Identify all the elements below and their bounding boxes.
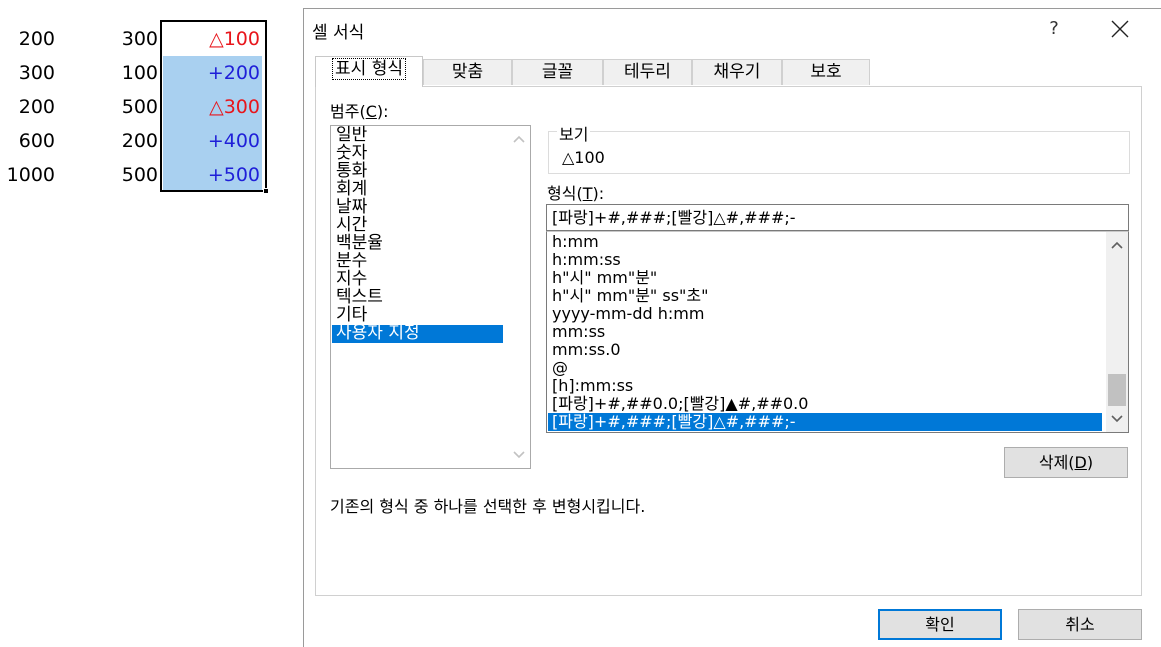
tab-alignment[interactable]: 맞춤 bbox=[423, 59, 512, 85]
ok-button[interactable]: 확인 bbox=[878, 609, 1002, 640]
preview-label: 보기 bbox=[557, 121, 591, 145]
dialog-title: 셀 서식 bbox=[312, 23, 365, 43]
delete-button[interactable]: 삭제(D) bbox=[1004, 447, 1128, 478]
fill-handle[interactable] bbox=[263, 188, 269, 194]
tab-border[interactable]: 테두리 bbox=[603, 59, 692, 85]
format-code-input[interactable]: [파랑]+#,###;[빨강]△#,###;- bbox=[546, 204, 1129, 231]
format-item-selected[interactable]: [파랑]+#,###;[빨강]△#,###;- bbox=[548, 413, 1102, 431]
cell-a2[interactable]: 300 bbox=[0, 56, 55, 90]
category-listbox[interactable]: 일반 숫자 통화 회계 날짜 시간 백분율 분수 지수 텍스트 기타 사용자 지… bbox=[330, 125, 531, 469]
tab-font[interactable]: 글꼴 bbox=[512, 59, 603, 85]
screen: 200 300 △100 300 100 +200 200 500 △300 6… bbox=[0, 0, 1161, 647]
cancel-button[interactable]: 취소 bbox=[1018, 609, 1142, 640]
format-item[interactable]: h:mm:ss bbox=[548, 251, 1102, 269]
format-item[interactable]: [파랑]+#,##0.0;[빨강]▲#,##0.0 bbox=[548, 395, 1102, 413]
help-button[interactable]: ? bbox=[1041, 15, 1067, 43]
format-item[interactable]: h:mm bbox=[548, 233, 1102, 251]
format-item[interactable]: h"시" mm"분" ss"초" bbox=[548, 287, 1102, 305]
scrollbar-thumb[interactable] bbox=[1108, 374, 1126, 406]
chevron-up-icon bbox=[513, 135, 525, 143]
tab-protection[interactable]: 보호 bbox=[782, 59, 870, 85]
category-scrollbar[interactable] bbox=[508, 126, 530, 468]
cell-b5[interactable]: 500 bbox=[100, 158, 158, 192]
scroll-up-arrow[interactable] bbox=[1106, 235, 1128, 255]
category-item-selected[interactable]: 사용자 지정 bbox=[332, 325, 503, 343]
close-button[interactable] bbox=[1102, 14, 1138, 44]
cell-b3[interactable]: 500 bbox=[100, 90, 158, 124]
close-icon bbox=[1111, 20, 1129, 38]
format-item[interactable]: yyyy-mm-dd h:mm bbox=[548, 305, 1102, 323]
preview-value: △100 bbox=[562, 148, 605, 167]
category-label: 범주(C): bbox=[330, 102, 389, 121]
chevron-down-icon bbox=[513, 451, 525, 459]
format-item[interactable]: mm:ss.0 bbox=[548, 341, 1102, 359]
format-cells-dialog: 셀 서식 ? 표시 형식 맞춤 글꼴 테두리 채우기 보호 범주(C): 일반 … bbox=[303, 8, 1161, 647]
format-item[interactable]: [h]:mm:ss bbox=[548, 377, 1102, 395]
chevron-up-icon bbox=[1111, 241, 1123, 249]
format-item[interactable]: h"시" mm"분" bbox=[548, 269, 1102, 287]
format-item[interactable]: @ bbox=[548, 359, 1102, 377]
preview-group bbox=[548, 131, 1130, 174]
tab-fill[interactable]: 채우기 bbox=[692, 59, 782, 85]
cell-b1[interactable]: 300 bbox=[100, 22, 158, 56]
cell-a5[interactable]: 1000 bbox=[0, 158, 55, 192]
scroll-up-arrow[interactable] bbox=[508, 129, 530, 149]
cell-a3[interactable]: 200 bbox=[0, 90, 55, 124]
cell-b2[interactable]: 100 bbox=[100, 56, 158, 90]
chevron-down-icon bbox=[1111, 415, 1123, 423]
cell-a1[interactable]: 200 bbox=[0, 22, 55, 56]
format-listbox[interactable]: h:mm h:mm:ss h"시" mm"분" h"시" mm"분" ss"초"… bbox=[546, 231, 1129, 433]
format-label: 형식(T): bbox=[547, 184, 605, 203]
format-description: 기존의 형식 중 하나를 선택한 후 변형시킵니다. bbox=[330, 497, 646, 516]
scroll-down-arrow[interactable] bbox=[508, 445, 530, 465]
number-tab-panel: 범주(C): 일반 숫자 통화 회계 날짜 시간 백분율 분수 지수 텍스트 기… bbox=[315, 86, 1142, 596]
tab-number-label: 표시 형식 bbox=[332, 58, 406, 80]
cell-b4[interactable]: 200 bbox=[100, 124, 158, 158]
cell-a4[interactable]: 600 bbox=[0, 124, 55, 158]
selection-border bbox=[160, 20, 267, 192]
tab-number[interactable]: 표시 형식 bbox=[315, 56, 423, 87]
format-item[interactable]: mm:ss bbox=[548, 323, 1102, 341]
scroll-down-arrow[interactable] bbox=[1106, 409, 1128, 429]
format-scrollbar[interactable] bbox=[1106, 232, 1128, 432]
